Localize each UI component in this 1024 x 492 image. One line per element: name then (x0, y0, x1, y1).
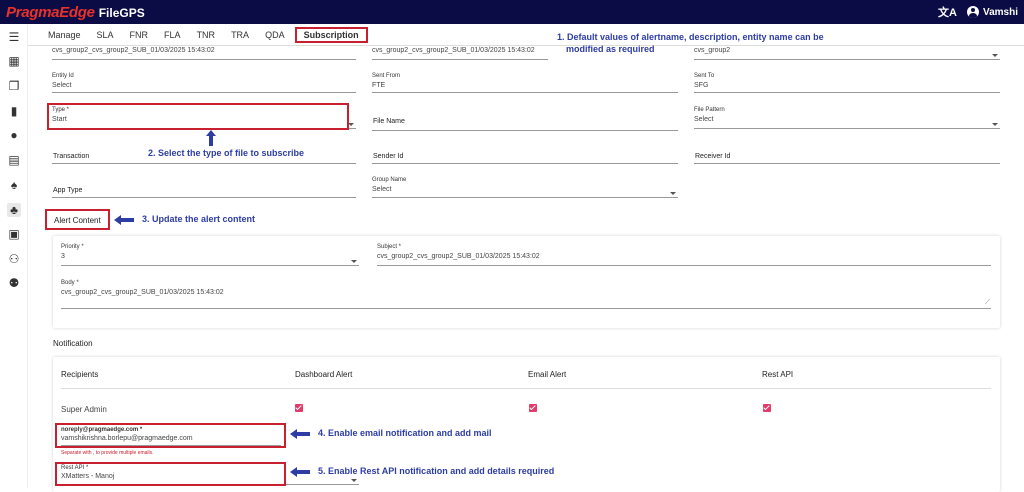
group-name-label: Group Name (372, 177, 407, 183)
account-icon (966, 6, 979, 18)
tab-sla[interactable]: SLA (89, 24, 122, 46)
sent-to-value: SFG (694, 82, 709, 89)
annotation-1b: modified as required (566, 44, 655, 54)
type-highlight-box (47, 103, 349, 130)
dashboard-icon[interactable]: ▦ (7, 54, 21, 68)
tab-bar: Manage SLA FNR FLA TNR TRA QDA Subscript… (28, 24, 1024, 46)
subject-field[interactable]: Subject * cvs_group2_cvs_group2_SUB_01/0… (377, 244, 991, 266)
app-type-label: App Type (53, 187, 83, 194)
chevron-down-icon (992, 123, 998, 126)
arrow-left-icon (114, 215, 134, 225)
tab-fla[interactable]: FLA (156, 24, 189, 46)
email-alert-checkbox[interactable] (529, 404, 537, 412)
annotation-4: 4. Enable email notification and add mai… (318, 428, 492, 438)
subscription-alert-icon[interactable]: ♣ (7, 203, 21, 217)
alert-name-field[interactable]: cvs_group2_cvs_group2_SUB_01/03/2025 15:… (52, 44, 356, 60)
chevron-down-icon (351, 260, 357, 263)
email-hint: Separate with , to provide multiple emai… (61, 450, 154, 456)
email-alert-header: Email Alert (528, 370, 567, 379)
files-icon[interactable]: ❐ (7, 79, 21, 93)
notification-title: Notification (53, 339, 93, 348)
user-settings-icon[interactable]: ⚇ (7, 252, 21, 266)
chevron-down-icon (992, 54, 998, 57)
group-name-value: Select (372, 186, 392, 193)
alert-name-value: cvs_group2_cvs_group2_SUB_01/03/2025 15:… (52, 47, 215, 54)
email-highlight-box (55, 423, 286, 448)
tab-manage[interactable]: Manage (28, 24, 89, 46)
logo-app-name: FileGPS (98, 5, 145, 20)
file-name-label: File Name (373, 118, 405, 125)
rest-api-highlight-box (55, 462, 286, 486)
sender-id-label: Sender Id (373, 153, 404, 160)
dashboard-alert-checkbox[interactable] (295, 404, 303, 412)
user-name: Vamshi (982, 6, 1018, 18)
sent-to-field[interactable]: Sent To SFG (694, 73, 1000, 93)
sent-to-label: Sent To (694, 73, 715, 79)
annotation-5: 5. Enable Rest API notification and add … (318, 466, 555, 476)
annotation-3: 3. Update the alert content (142, 214, 256, 224)
top-bar: PragmaEdge FileGPS 文A Vamshi (0, 0, 1024, 24)
arrow-left-icon (290, 429, 310, 439)
super-admin-label: Super Admin (61, 405, 107, 414)
account-circle-icon[interactable]: ● (7, 128, 21, 142)
body-label: Body * (61, 280, 79, 286)
translate-icon[interactable]: 文A (938, 4, 957, 20)
subject-label: Subject * (377, 244, 402, 250)
menu-icon[interactable]: ☰ (7, 30, 21, 44)
sidebar: ☰ ▦ ❐ ▮ ● ▤ ♠ ♣ ▣ ⚇ ⚉ (0, 24, 28, 488)
entity-name-value: cvs_group2 (694, 47, 731, 54)
rest-api-checkbox[interactable] (763, 404, 771, 412)
annotation-1a: 1. Default values of alertname, descript… (557, 32, 824, 42)
resize-handle-icon[interactable]: ⟋ (985, 299, 990, 307)
alert-bell-icon[interactable]: ♠ (7, 178, 21, 192)
arrow-left-icon (290, 467, 310, 477)
document-icon[interactable]: ▤ (7, 153, 21, 167)
arrow-up-icon (206, 130, 216, 146)
body-value: cvs_group2_cvs_group2_SUB_01/03/2025 15:… (61, 289, 224, 296)
settings-icon[interactable]: ▣ (7, 227, 21, 241)
entity-id-label: Entity Id (52, 73, 74, 79)
entity-name-field[interactable]: cvs_group2 (694, 44, 1000, 60)
entity-id-value: Select (52, 82, 72, 89)
logo: PragmaEdge FileGPS (0, 4, 145, 21)
file-pattern-label: File Pattern (694, 107, 725, 113)
groups-icon[interactable]: ⚉ (7, 276, 21, 290)
user-menu[interactable]: Vamshi (966, 6, 1018, 18)
logo-brand: PragmaEdge (6, 3, 95, 21)
tab-fnr[interactable]: FNR (122, 24, 157, 46)
chart-icon[interactable]: ▮ (7, 104, 21, 118)
priority-select[interactable]: Priority * 3 (61, 244, 359, 266)
priority-value: 3 (61, 253, 65, 260)
sent-from-label: Sent From (372, 73, 401, 79)
subject-value: cvs_group2_cvs_group2_SUB_01/03/2025 15:… (377, 253, 540, 260)
tab-tnr[interactable]: TNR (189, 24, 224, 46)
alert-content-highlight-box (45, 209, 110, 230)
file-pattern-value: Select (694, 116, 714, 123)
sent-from-value: FTE (372, 82, 386, 89)
chevron-down-icon (351, 479, 357, 482)
tab-qda[interactable]: QDA (257, 24, 293, 46)
chevron-down-icon (670, 192, 676, 195)
annotation-2: 2. Select the type of file to subscribe (148, 148, 305, 158)
receiver-id-label: Receiver Id (695, 153, 731, 160)
entity-id-field[interactable]: Entity Id Select (52, 73, 356, 93)
description-value: cvs_group2_cvs_group2_SUB_01/03/2025 15:… (372, 47, 535, 54)
recipients-header: Recipients (61, 370, 99, 379)
tab-subscription[interactable]: Subscription (294, 26, 368, 43)
dashboard-alert-header: Dashboard Alert (295, 370, 353, 379)
priority-label: Priority * (61, 244, 84, 250)
rest-api-header: Rest API (762, 370, 794, 379)
file-pattern-select[interactable]: File Pattern Select (694, 107, 1000, 129)
sent-from-field[interactable]: Sent From FTE (372, 73, 678, 93)
description-field[interactable]: cvs_group2_cvs_group2_SUB_01/03/2025 15:… (372, 44, 548, 60)
group-name-select[interactable]: Group Name Select (372, 177, 678, 198)
transaction-label: Transaction (53, 153, 90, 160)
body-textarea[interactable]: Body * cvs_group2_cvs_group2_SUB_01/03/2… (61, 280, 991, 309)
tab-tra[interactable]: TRA (223, 24, 257, 46)
